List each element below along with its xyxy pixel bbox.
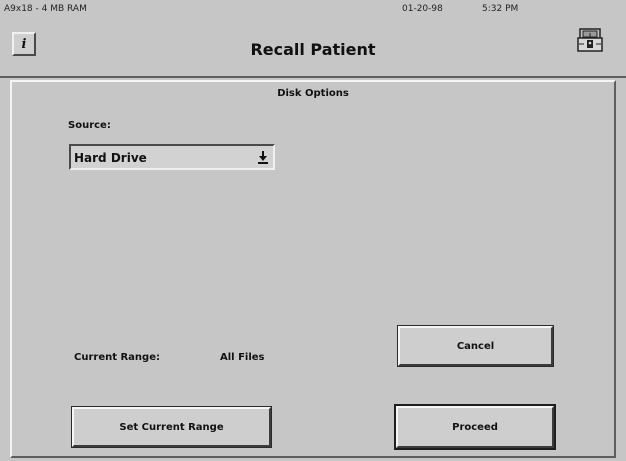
source-value: Hard Drive bbox=[74, 151, 147, 165]
cancel-button[interactable]: Cancel bbox=[397, 325, 554, 367]
system-info: A9x18 - 4 MB RAM bbox=[4, 4, 87, 14]
date: 01-20-98 bbox=[402, 4, 443, 14]
set-current-range-button[interactable]: Set Current Range bbox=[71, 406, 272, 448]
screen: A9x18 - 4 MB RAM 01-20-98 5:32 PM i Reca… bbox=[0, 0, 626, 461]
proceed-button[interactable]: Proceed bbox=[394, 404, 556, 450]
page-title: Recall Patient bbox=[250, 40, 376, 59]
current-range-value: All Files bbox=[220, 352, 265, 363]
header: A9x18 - 4 MB RAM 01-20-98 5:32 PM i Reca… bbox=[0, 0, 626, 78]
source-label: Source: bbox=[68, 120, 111, 131]
download-arrow-icon[interactable] bbox=[257, 149, 269, 165]
source-dropdown[interactable]: Hard Drive bbox=[69, 144, 275, 170]
disk-options-panel: Disk Options Source: Hard Drive Current … bbox=[10, 80, 616, 458]
panel-title: Disk Options bbox=[277, 88, 349, 99]
lock-icon[interactable] bbox=[576, 27, 604, 53]
time: 5:32 PM bbox=[482, 4, 519, 14]
current-range-label: Current Range: bbox=[74, 352, 160, 363]
